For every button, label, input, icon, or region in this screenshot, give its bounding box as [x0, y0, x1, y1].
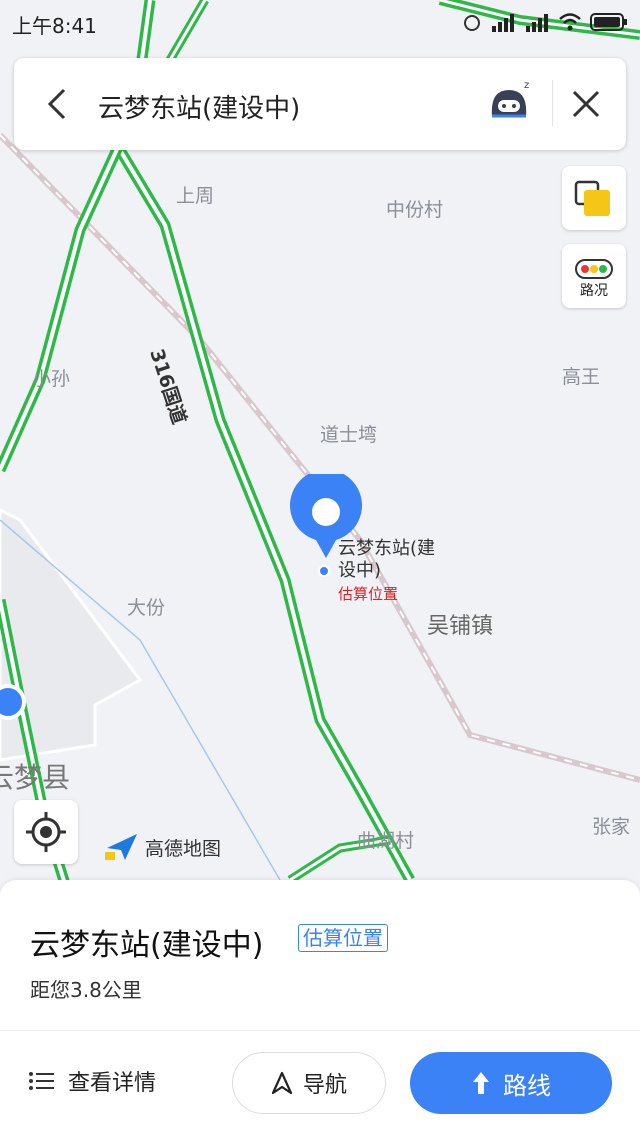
battery-icon [590, 13, 627, 31]
map-label-wupuzhen: 吴铺镇 [427, 614, 494, 639]
route-button[interactable]: 路线 [410, 1052, 612, 1114]
traffic-button[interactable]: 路况 [562, 244, 626, 308]
map-label-dafen: 大份 [127, 597, 166, 619]
map-label-quhucun: 曲湖村 [357, 830, 415, 852]
wifi-icon [559, 13, 581, 31]
route-arrow-icon [473, 1072, 489, 1094]
map-label-yunmengxian: 云梦县 [0, 761, 71, 794]
status-icons [462, 12, 628, 32]
locate-button[interactable] [14, 800, 78, 864]
amap-logo-icon [105, 834, 137, 860]
map-label-xiaosun: 小孙 [32, 368, 71, 390]
place-title: 云梦东站(建设中) [30, 928, 264, 963]
route-label: 路线 [503, 1071, 551, 1100]
alarm-icon [464, 15, 480, 31]
status-bar: 上午8:41 [0, 0, 640, 46]
search-bar: 云梦东站(建设中) z [14, 58, 626, 150]
panel-divider [0, 1030, 640, 1031]
navigate-button[interactable]: 导航 [232, 1052, 386, 1114]
place-info-panel: 云梦东站(建设中) 估算位置 距您3.8公里 查看详情 导航 路线 [0, 880, 640, 1137]
pin-estimate-label: 估算位置 [338, 585, 399, 603]
signal-hd-icon [526, 14, 548, 32]
voice-assistant-icon[interactable]: z [484, 78, 534, 128]
svg-text:z: z [524, 80, 529, 91]
status-time: 上午8:41 [12, 14, 97, 38]
map-label-daoshiwan: 道士塆 [320, 424, 378, 446]
amap-brand-text: 高德地图 [145, 837, 222, 860]
pin-dot [318, 565, 330, 577]
map-label-shangzhou: 上周 [176, 185, 215, 207]
list-icon [29, 1072, 54, 1090]
navigate-label: 导航 [302, 1073, 347, 1098]
estimate-badge: 估算位置 [298, 924, 388, 952]
signal-icon [492, 14, 514, 32]
search-title[interactable]: 云梦东站(建设中) [98, 88, 300, 125]
back-arrow-icon[interactable] [38, 84, 78, 124]
distance-text: 距您3.8公里 [30, 978, 142, 1002]
pin-name-label: 云梦东站(建设中) [338, 538, 436, 581]
close-icon[interactable] [566, 84, 606, 124]
details-button[interactable]: 查看详情 [28, 1065, 156, 1097]
traffic-label: 路况 [580, 283, 608, 299]
navigation-arrow-icon [271, 1071, 293, 1095]
map-label-gaowang: 高王 [562, 366, 601, 388]
layers-button[interactable] [562, 166, 626, 230]
map-label-zhongfencun: 中份村 [386, 199, 444, 221]
details-label: 查看详情 [68, 1071, 157, 1096]
locate-icon [26, 812, 66, 852]
layers-icon [574, 180, 610, 216]
map-label-zhangjia: 张家 [592, 816, 631, 838]
search-divider [552, 80, 553, 126]
amap-brand: 高德地图 [105, 832, 221, 862]
